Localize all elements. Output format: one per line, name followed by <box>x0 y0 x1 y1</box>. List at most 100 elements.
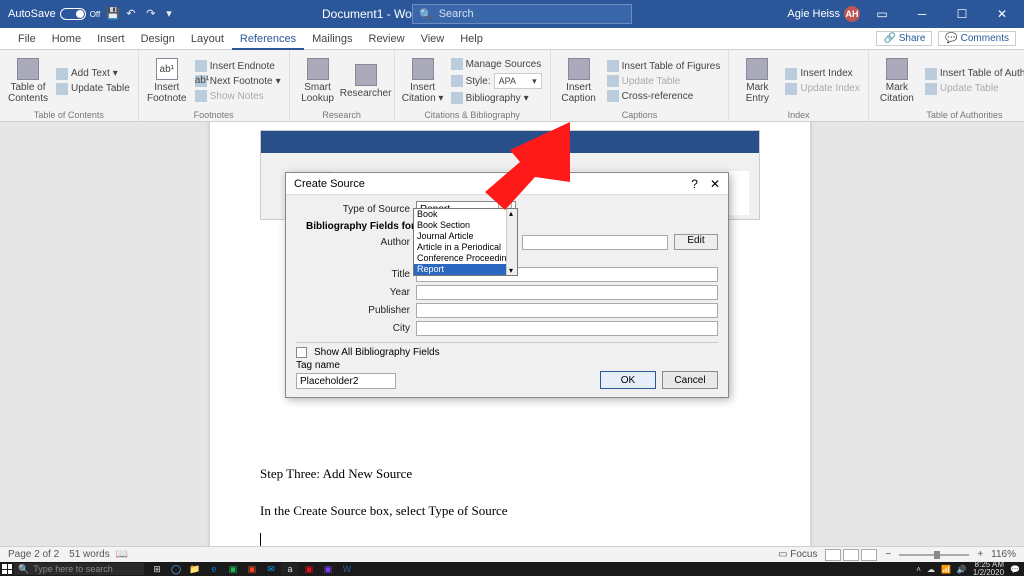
close-button[interactable]: ✕ <box>984 0 1020 28</box>
dialog-close-button[interactable]: ✕ <box>710 177 720 191</box>
notification-icon[interactable]: 💬 <box>1010 565 1020 574</box>
ribbon-small-button[interactable]: Insert Endnote <box>193 59 283 73</box>
read-mode-icon[interactable] <box>825 549 841 561</box>
ribbon-small-button[interactable]: Cross-reference <box>605 89 723 103</box>
tab-references[interactable]: References <box>232 30 304 50</box>
taskbar-search[interactable]: 🔍 Type here to search <box>14 563 144 575</box>
word-count[interactable]: 51 words <box>69 549 110 560</box>
edge-icon[interactable]: e <box>205 563 223 575</box>
ribbon-small-button[interactable]: Insert Table of Figures <box>605 59 723 73</box>
mail-icon[interactable]: ✉ <box>262 563 280 575</box>
ribbon-small-button[interactable]: Bibliography ▾ <box>449 91 544 105</box>
zoom-out-button[interactable]: − <box>885 549 891 560</box>
tab-home[interactable]: Home <box>44 30 89 48</box>
author-input[interactable] <box>522 235 668 250</box>
dropdown-option[interactable]: Article in a Periodical <box>414 242 517 253</box>
zoom-slider[interactable] <box>899 554 969 556</box>
dialog-help-button[interactable]: ? <box>691 177 698 191</box>
ribbon-big-button[interactable]: Insert Citation ▾ <box>401 52 445 110</box>
ribbon-big-button[interactable]: Smart Lookup <box>296 52 340 110</box>
ribbon-display-icon[interactable]: ▭ <box>864 0 900 28</box>
ribbon-small-icon <box>785 68 797 80</box>
task-view-icon[interactable]: ⊞ <box>148 563 166 575</box>
redo-icon[interactable]: ↷ <box>146 7 160 21</box>
ribbon-group-title: Citations & Bibliography <box>395 110 550 120</box>
powerpoint-icon[interactable]: ▣ <box>243 563 261 575</box>
ribbon-big-button[interactable]: Mark Citation <box>875 52 919 110</box>
ribbon-small-icon <box>925 68 937 80</box>
tab-help[interactable]: Help <box>452 30 491 48</box>
avatar[interactable]: AH <box>844 6 860 22</box>
access-icon[interactable]: ▣ <box>300 563 318 575</box>
maximize-button[interactable]: ☐ <box>944 0 980 28</box>
dropdown-option[interactable]: Conference Proceedings <box>414 253 517 264</box>
page-indicator[interactable]: Page 2 of 2 <box>8 549 59 560</box>
focus-mode[interactable]: ▭ Focus <box>778 549 817 560</box>
ribbon-small-icon <box>451 92 463 104</box>
zoom-in-button[interactable]: + <box>977 549 983 560</box>
xbox-icon[interactable]: ▣ <box>224 563 242 575</box>
field-input[interactable] <box>416 285 718 300</box>
zoom-level[interactable]: 116% <box>991 549 1016 560</box>
cancel-button[interactable]: Cancel <box>662 371 718 389</box>
web-layout-icon[interactable] <box>861 549 877 561</box>
share-button[interactable]: 🔗 Share <box>876 31 932 46</box>
field-label: Author <box>296 237 416 248</box>
tab-view[interactable]: View <box>413 30 453 48</box>
spellcheck-icon[interactable]: 📖 <box>116 549 128 560</box>
file-explorer-icon[interactable]: 📁 <box>186 563 204 575</box>
tab-file[interactable]: File <box>10 30 44 48</box>
tab-design[interactable]: Design <box>133 30 183 48</box>
edit-button[interactable]: Edit <box>674 234 718 250</box>
search-icon: 🔍 <box>18 564 29 575</box>
dropdown-scrollbar[interactable] <box>506 209 517 275</box>
onedrive-icon[interactable]: ☁ <box>927 565 935 574</box>
ribbon-big-button[interactable]: Insert Caption <box>557 52 601 110</box>
start-button[interactable] <box>0 562 14 576</box>
ribbon-small-button[interactable]: Style:APA ▾ <box>449 72 544 90</box>
qat-dropdown-icon[interactable]: ▾ <box>166 7 180 21</box>
user-name[interactable]: Agie Heiss <box>787 8 840 20</box>
ribbon-small-button[interactable]: Add Text ▾ <box>54 67 132 81</box>
type-of-source-dropdown[interactable]: BookBook SectionJournal ArticleArticle i… <box>413 208 518 276</box>
undo-icon[interactable]: ↶ <box>126 7 140 21</box>
show-all-checkbox[interactable] <box>296 347 307 358</box>
field-input[interactable] <box>416 321 718 336</box>
ribbon-big-button[interactable]: Researcher <box>344 52 388 110</box>
autosave-toggle[interactable]: AutoSave Off <box>8 8 100 20</box>
word-icon[interactable]: W <box>338 563 356 575</box>
save-icon[interactable]: 💾 <box>106 7 120 21</box>
dropdown-option[interactable]: Journal Article <box>414 231 517 242</box>
ribbon-big-button[interactable]: Mark Entry <box>735 52 779 110</box>
tab-layout[interactable]: Layout <box>183 30 232 48</box>
ribbon-big-button[interactable]: ab¹Insert Footnote <box>145 52 189 110</box>
minimize-button[interactable]: ─ <box>904 0 940 28</box>
tab-mailings[interactable]: Mailings <box>304 30 360 48</box>
print-layout-icon[interactable] <box>843 549 859 561</box>
tab-insert[interactable]: Insert <box>89 30 133 48</box>
volume-icon[interactable]: 🔊 <box>957 565 967 574</box>
tray-up-icon[interactable]: ˄ <box>916 565 921 574</box>
dropdown-option[interactable]: Report <box>414 264 517 275</box>
ribbon-big-button[interactable]: Table of Contents <box>6 52 50 110</box>
search-input[interactable]: 🔍 Search <box>412 4 632 24</box>
amazon-icon[interactable]: a <box>281 563 299 575</box>
ribbon-small-icon <box>195 60 207 72</box>
wifi-icon[interactable]: 📶 <box>941 565 951 574</box>
ribbon-small-button[interactable]: Update Table <box>54 82 132 96</box>
status-bar: Page 2 of 2 51 words 📖 ▭ Focus − + 116% <box>0 546 1024 562</box>
ribbon-small-button[interactable]: ab¹Next Footnote ▾ <box>193 74 283 88</box>
comments-button[interactable]: 💬 Comments <box>938 31 1016 46</box>
ribbon-small-button[interactable]: Insert Table of Authorities <box>923 67 1024 81</box>
ribbon-small-button[interactable]: Manage Sources <box>449 57 544 71</box>
dropdown-option[interactable]: Book <box>414 209 517 220</box>
teams-icon[interactable]: ▣ <box>319 563 337 575</box>
style-select[interactable]: APA ▾ <box>494 73 542 89</box>
tab-review[interactable]: Review <box>361 30 413 48</box>
tag-name-input[interactable]: Placeholder2 <box>296 373 396 389</box>
ribbon-small-button[interactable]: Insert Index <box>783 67 862 81</box>
dropdown-option[interactable]: Book Section <box>414 220 517 231</box>
field-input[interactable] <box>416 303 718 318</box>
cortana-icon[interactable]: ◯ <box>167 563 185 575</box>
ok-button[interactable]: OK <box>600 371 656 389</box>
